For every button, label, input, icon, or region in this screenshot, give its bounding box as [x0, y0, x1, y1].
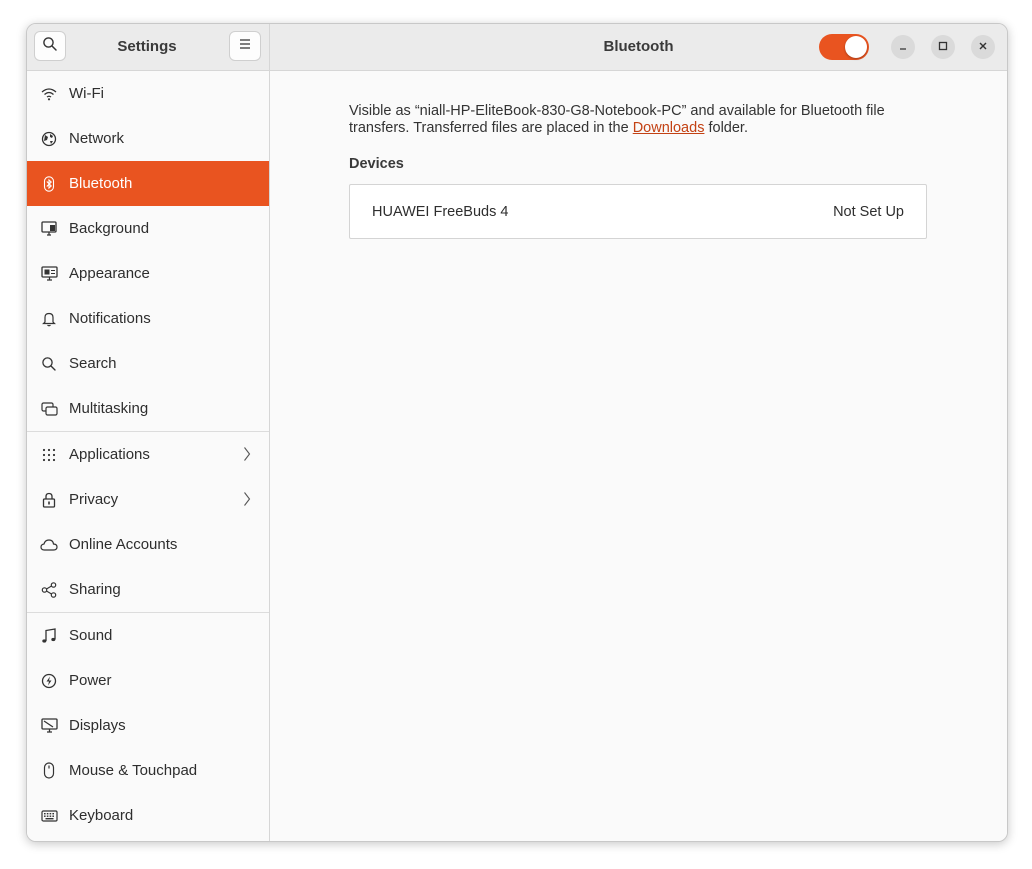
sidebar-item-label: Online Accounts [69, 536, 178, 553]
sidebar-item-bluetooth[interactable]: Bluetooth [27, 161, 269, 206]
sidebar-item-appearance[interactable]: Appearance [27, 251, 269, 296]
sidebar-item-search[interactable]: Search [27, 341, 269, 386]
sidebar-item-keyboard[interactable]: Keyboard [27, 793, 269, 838]
bluetooth-toggle[interactable] [819, 34, 869, 60]
sidebar-item-label: Privacy [69, 491, 119, 508]
sidebar-item-notifications[interactable]: Notifications [27, 296, 269, 341]
hamburger-menu-icon [238, 37, 252, 55]
wifi-icon [40, 85, 58, 103]
maximize-button[interactable] [931, 35, 955, 59]
settings-title: Settings [117, 38, 177, 55]
device-row[interactable]: HUAWEI FreeBuds 4 Not Set Up [350, 185, 926, 238]
share-icon [40, 581, 58, 599]
chevron-right-icon [243, 446, 251, 466]
visibility-text-suffix: folder. [704, 120, 748, 136]
sidebar-item-wifi[interactable]: Wi-Fi [27, 71, 269, 116]
mouse-icon [40, 762, 58, 780]
visibility-description: Visible as “niall-HP-EliteBook-830-G8-No… [349, 103, 929, 137]
multitasking-icon [40, 400, 58, 418]
network-icon [40, 130, 58, 148]
sidebar-item-label: Background [69, 220, 150, 237]
sidebar-item-label: Applications [69, 446, 150, 463]
sidebar-item-label: Power [69, 672, 112, 689]
music-note-icon [40, 627, 58, 645]
lock-icon [40, 491, 58, 509]
main-menu-button[interactable] [229, 31, 261, 61]
sidebar-item-applications[interactable]: Applications [27, 432, 269, 477]
sidebar-item-privacy[interactable]: Privacy [27, 477, 269, 522]
sidebar-item-label: Multitasking [69, 400, 149, 417]
keyboard-icon [40, 807, 58, 825]
close-icon [978, 38, 988, 56]
sidebar-item-power[interactable]: Power [27, 658, 269, 703]
close-button[interactable] [971, 35, 995, 59]
header-bar: Settings Bluetooth [27, 24, 1007, 71]
devices-heading: Devices [349, 156, 404, 172]
sidebar-item-network[interactable]: Network [27, 116, 269, 161]
display-icon [40, 717, 58, 735]
sidebar-header: Settings [27, 24, 270, 70]
sidebar-item-label: Appearance [69, 265, 150, 282]
device-list: HUAWEI FreeBuds 4 Not Set Up [349, 184, 927, 239]
background-icon [40, 220, 58, 238]
bluetooth-panel: Visible as “niall-HP-EliteBook-830-G8-No… [270, 71, 1007, 841]
visibility-text: Visible as “niall-HP-EliteBook-830-G8-No… [349, 103, 885, 136]
sidebar-item-multitasking[interactable]: Multitasking [27, 386, 269, 431]
sidebar-item-background[interactable]: Background [27, 206, 269, 251]
sidebar-item-label: Sharing [69, 581, 121, 598]
sidebar-item-label: Sound [69, 627, 113, 644]
sidebar-item-label: Displays [69, 717, 126, 734]
bell-icon [40, 310, 58, 328]
sidebar-item-sharing[interactable]: Sharing [27, 567, 269, 612]
search-icon [42, 36, 58, 57]
minimize-icon [898, 38, 908, 56]
sidebar-item-label: Mouse & Touchpad [69, 762, 198, 779]
search-button[interactable] [34, 31, 66, 61]
sidebar-item-label: Search [69, 355, 117, 372]
sidebar: Wi-Fi Network Bluetooth Background Appea… [27, 71, 270, 841]
power-icon [40, 672, 58, 690]
sidebar-item-label: Bluetooth [69, 175, 133, 192]
bluetooth-icon [40, 175, 58, 193]
downloads-link[interactable]: Downloads [633, 120, 705, 136]
sidebar-item-label: Network [69, 130, 125, 147]
sidebar-item-mouse-touchpad[interactable]: Mouse & Touchpad [27, 748, 269, 793]
appearance-icon [40, 265, 58, 283]
maximize-icon [938, 38, 948, 56]
sidebar-item-label: Wi-Fi [69, 85, 104, 102]
chevron-right-icon [243, 491, 251, 511]
cloud-icon [40, 536, 58, 554]
minimize-button[interactable] [891, 35, 915, 59]
sidebar-item-displays[interactable]: Displays [27, 703, 269, 748]
sidebar-item-label: Notifications [69, 310, 151, 327]
settings-window: Settings Bluetooth Wi-Fi Network Bluetoo… [26, 23, 1008, 842]
device-status: Not Set Up [833, 203, 904, 220]
search-icon [40, 355, 58, 373]
apps-grid-icon [40, 446, 58, 464]
device-name: HUAWEI FreeBuds 4 [372, 203, 509, 220]
sidebar-item-sound[interactable]: Sound [27, 613, 269, 658]
sidebar-item-online-accounts[interactable]: Online Accounts [27, 522, 269, 567]
toggle-knob [845, 36, 867, 58]
sidebar-item-label: Keyboard [69, 807, 134, 824]
